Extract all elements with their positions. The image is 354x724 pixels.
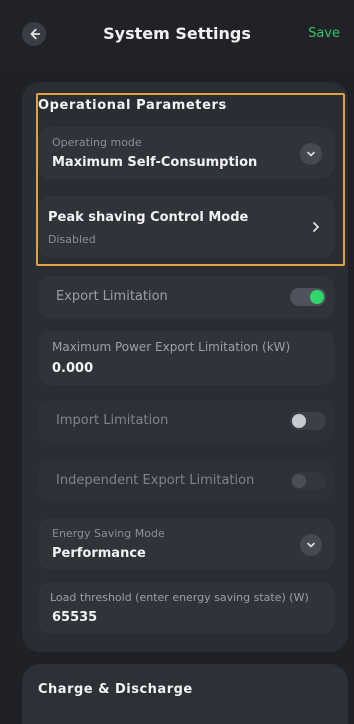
independent-export-label: Independent Export Limitation xyxy=(56,473,255,488)
export-limitation-row: Export Limitation xyxy=(38,276,334,318)
independent-export-row: Independent Export Limitation xyxy=(38,460,334,502)
app-header: System Settings Save xyxy=(0,0,354,70)
energy-saving-mode-select[interactable]: Energy Saving Mode Performance xyxy=(38,518,334,570)
page-title: System Settings xyxy=(103,24,251,43)
energy-saving-mode-label: Energy Saving Mode xyxy=(52,527,165,540)
load-threshold-value: 65535 xyxy=(52,610,98,625)
max-power-export-value: 0.000 xyxy=(52,361,94,376)
max-power-export-field[interactable]: Maximum Power Export Limitation (kW) 0.0… xyxy=(38,331,334,385)
load-threshold-label: Load threshold (enter energy saving stat… xyxy=(50,591,309,604)
highlight-box xyxy=(36,93,345,266)
import-limitation-row: Import Limitation xyxy=(38,400,334,442)
export-limitation-label: Export Limitation xyxy=(56,289,168,304)
save-button[interactable]: Save xyxy=(308,26,340,41)
import-limitation-toggle[interactable] xyxy=(290,412,326,430)
export-limitation-toggle[interactable] xyxy=(290,288,326,306)
energy-saving-mode-value: Performance xyxy=(52,546,146,561)
max-power-export-label: Maximum Power Export Limitation (kW) xyxy=(52,340,291,354)
chevron-down-icon xyxy=(307,542,315,548)
section-title-charge-discharge: Charge & Discharge xyxy=(38,682,193,697)
energy-saving-dropdown-button[interactable] xyxy=(300,534,322,556)
toggle-knob xyxy=(292,414,306,428)
load-threshold-field[interactable]: Load threshold (enter energy saving stat… xyxy=(38,582,334,634)
independent-export-toggle[interactable] xyxy=(290,472,326,490)
import-limitation-label: Import Limitation xyxy=(56,413,169,428)
charge-discharge-panel[interactable]: Charge & Discharge xyxy=(22,664,348,724)
toggle-knob xyxy=(292,474,306,488)
toggle-knob xyxy=(310,290,324,304)
